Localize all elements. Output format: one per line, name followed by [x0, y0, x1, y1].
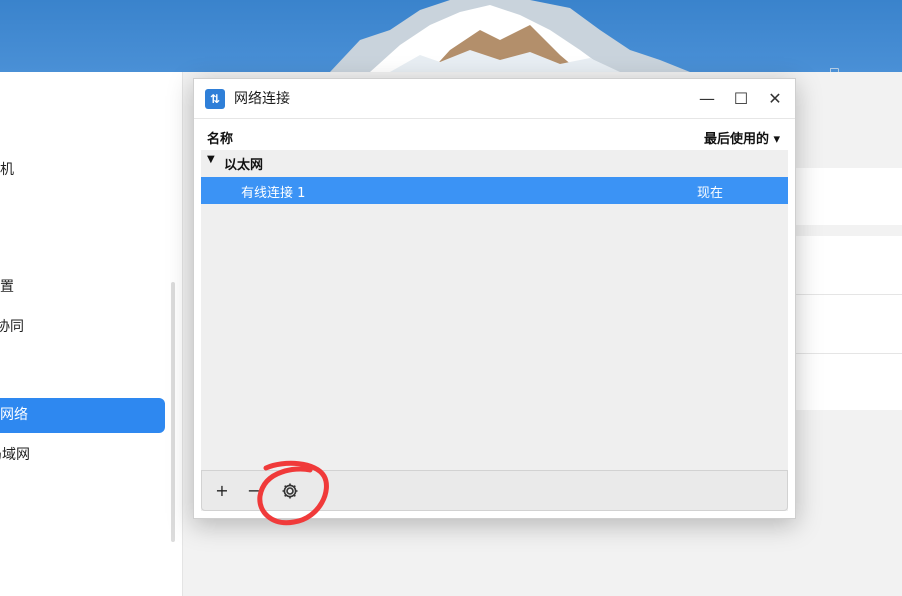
list-header: 名称 最后使用的 ▾ — [201, 126, 788, 150]
minimize-button[interactable]: — — [695, 88, 719, 110]
group-row-ethernet[interactable]: ▼ 以太网 — [201, 150, 788, 176]
add-connection-button[interactable]: + — [209, 479, 235, 503]
connection-name: 有线连接 1 — [241, 186, 306, 201]
maximize-button[interactable]: ☐ — [729, 88, 753, 110]
sidebar-item[interactable]: 协同 — [0, 317, 24, 337]
list-toolbar: + − — [201, 470, 788, 511]
connection-last-used: 现在 — [697, 186, 724, 201]
expand-triangle-icon[interactable]: ▼ — [207, 154, 215, 165]
sidebar-item[interactable]: 机 — [0, 160, 14, 180]
network-transfer-icon: ⇅ — [205, 89, 225, 109]
group-label: 以太网 — [224, 158, 264, 173]
desktop-wallpaper — [0, 0, 902, 72]
gear-icon — [282, 483, 298, 499]
column-header-last-used[interactable]: 最后使用的 ▾ — [704, 128, 780, 147]
edit-connection-button[interactable] — [277, 479, 303, 503]
dialog-title: 网络连接 — [234, 91, 290, 107]
connections-list: 名称 最后使用的 ▾ ▼ 以太网 有线连接 1 现在 + − — [201, 126, 788, 511]
remove-connection-button[interactable]: − — [241, 479, 267, 503]
sidebar-scrollbar[interactable] — [171, 282, 175, 542]
sidebar-item[interactable]: 置 — [0, 277, 14, 297]
connection-row[interactable]: 有线连接 1 现在 — [201, 177, 788, 204]
column-header-name[interactable]: 名称 — [207, 128, 233, 147]
close-button[interactable]: ✕ — [763, 88, 787, 110]
mountain-image — [330, 0, 690, 72]
sidebar-item-network[interactable]: 网络 — [0, 398, 165, 433]
network-connections-dialog: ⇅ 网络连接 — ☐ ✕ 名称 最后使用的 ▾ ▼ 以太网 有线连接 1 现在 … — [193, 78, 796, 519]
sidebar-item[interactable]: 局域网 — [0, 445, 30, 465]
background-sidebar: 机 置 协同 网络 局域网 — [0, 72, 183, 596]
titlebar[interactable]: ⇅ 网络连接 — ☐ ✕ — [194, 79, 795, 119]
